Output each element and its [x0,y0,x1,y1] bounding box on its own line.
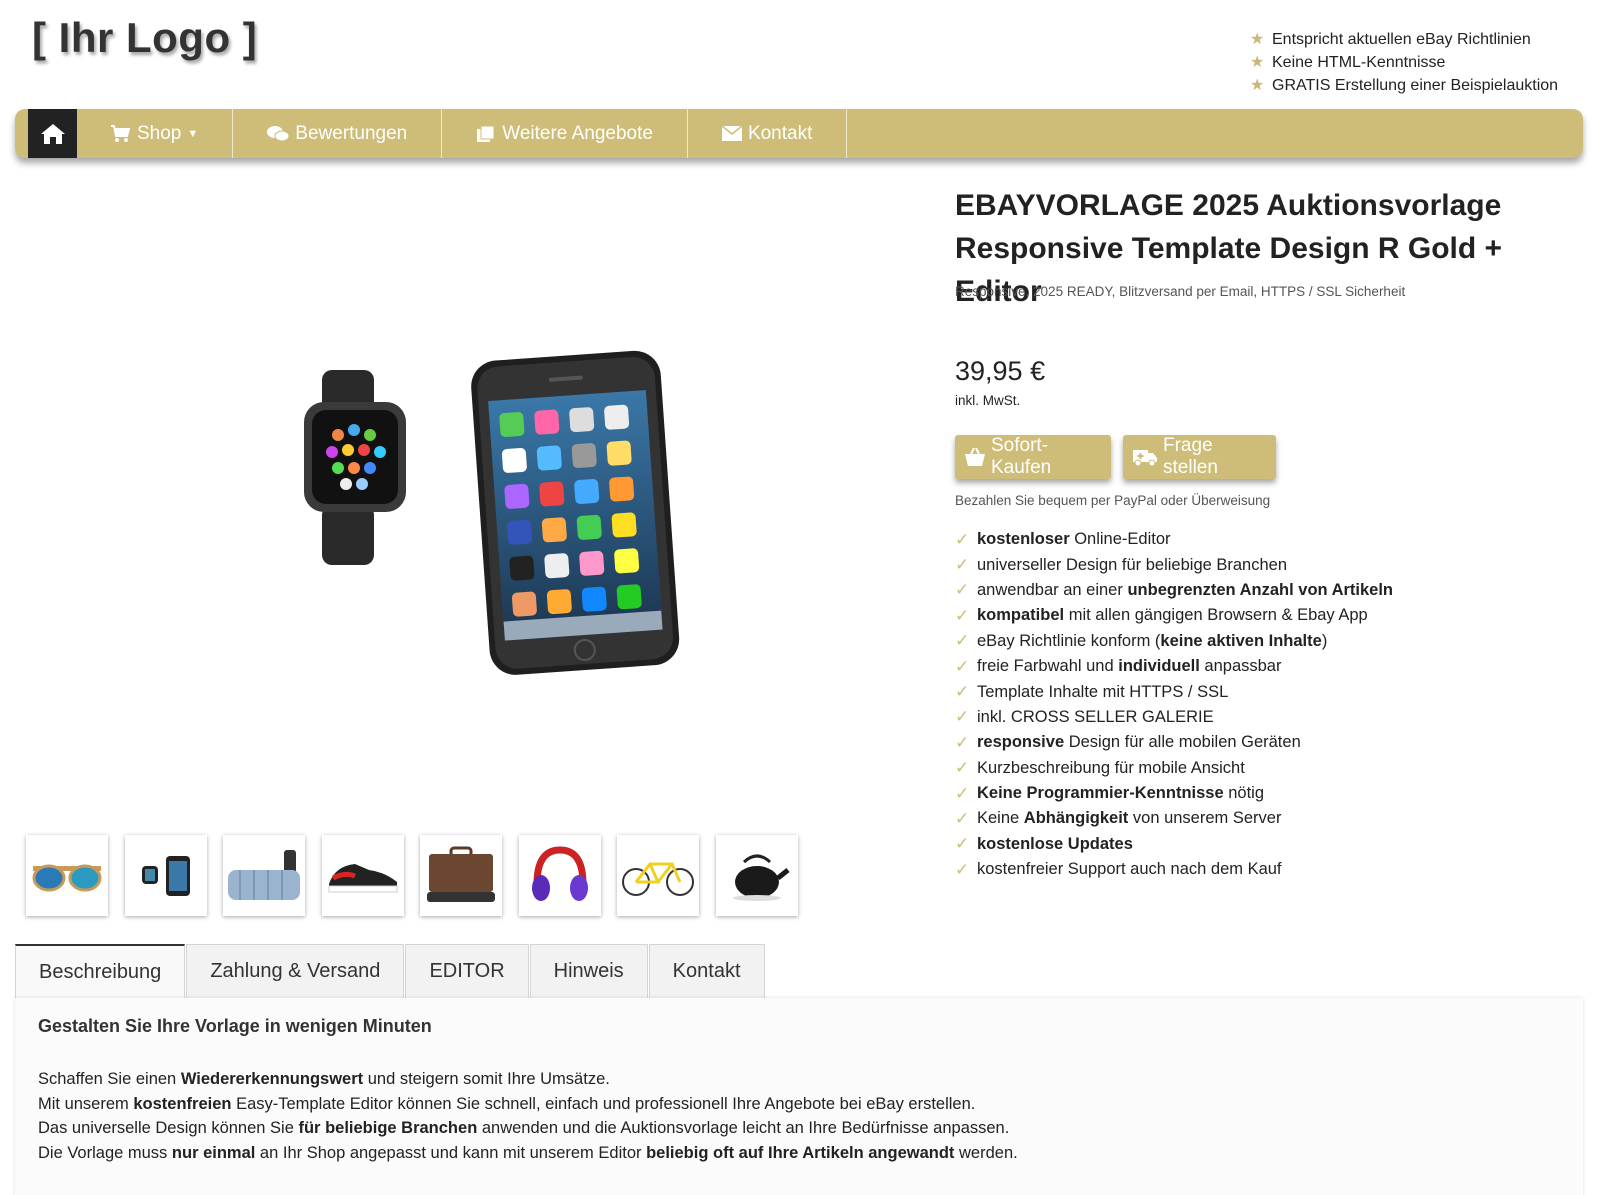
watch-and-phone-image [304,350,680,675]
ask-question-button[interactable]: Frage stellen [1123,435,1276,479]
check-icon: ✓ [955,783,970,803]
feature-text: Keine Programmier-Kenntnisse nötig [977,784,1265,803]
ambulance-icon [1133,448,1157,466]
thumbnail-bicycle[interactable] [617,835,699,916]
copy-icon [476,125,496,143]
tab-editor[interactable]: EDITOR [405,944,529,998]
check-icon: ✓ [955,656,970,676]
feature-text: inkl. CROSS SELLER GALERIE [977,707,1214,726]
feature-text: universeller Design für beliebige Branch… [977,555,1288,574]
feature-item: ✓ anwendbar an einer unbegrenzten Anzahl … [955,578,1393,603]
tab-hinweis[interactable]: Hinweis [529,944,648,998]
feature-item: ✓ inkl. CROSS SELLER GALERIE [955,705,1393,730]
check-icon: ✓ [955,859,970,879]
feature-text: kompatibel mit allen gängigen Browsern &… [977,606,1368,625]
description-heading: Gestalten Sie Ihre Vorlage in wenigen Mi… [38,1016,432,1036]
thumbnail-towels[interactable] [223,835,305,916]
feature-item: ✓ Keine Abhängigkeit von unserem Server [955,806,1393,831]
check-icon: ✓ [955,808,970,828]
tab-zahlung-versand[interactable]: Zahlung & Versand [186,944,405,998]
description-line: Schaffen Sie einen Wiedererkennungswert … [38,1070,610,1088]
check-icon: ✓ [955,707,970,727]
thumbnail-sneaker[interactable] [321,835,404,916]
tab-beschreibung[interactable]: Beschreibung [15,944,186,998]
home-icon [40,123,65,144]
thumbnail-watch-phone[interactable] [124,835,207,916]
cart-icon [111,124,131,143]
feature-list: ✓ kostenloser Online-Editor ✓ universeller … [955,527,1393,882]
feature-text: Keine Abhängigkeit von unserem Server [977,809,1282,828]
tab-kontakt[interactable]: Kontakt [648,944,765,998]
usp-item: ★ Keine HTML-Kenntnisse [1250,53,1446,71]
feature-item: ✓ Keine Programmier-Kenntnisse nötig [955,781,1393,806]
check-icon: ✓ [955,529,970,549]
feature-text: Template Inhalte mit HTTPS / SSL [977,682,1229,701]
feature-text: responsive Design für alle mobilen Gerät… [977,733,1301,752]
check-icon: ✓ [955,580,970,600]
nav-item-weitere-angebote[interactable]: Weitere Angebote [442,109,688,158]
thumbnail-teapot[interactable] [715,835,798,916]
description-line: Die Vorlage muss nur einmal an Ihr Shop … [38,1143,1018,1162]
product-subtitle: Responsive, 2025 READY, Blitzversand per… [955,284,1406,299]
vat-note: inkl. MwSt. [955,393,1021,408]
feature-item: ✓ kostenloser Online-Editor [955,527,1393,552]
logo[interactable]: [ Ihr Logo ] [32,14,257,62]
chevron-down-icon: ▼ [187,127,199,140]
feature-item: ✓ eBay Richtlinie konform (keine aktiven … [955,629,1393,654]
feature-item: ✓ freie Farbwahl und individuell anpassba… [955,654,1393,679]
nav-item-bewertungen[interactable]: Bewertungen [233,109,443,158]
star-icon: ★ [1250,53,1265,71]
usp-item: ★ Entspricht aktuellen eBay Richtlinien [1250,30,1531,48]
nav-home-button[interactable] [28,109,77,158]
feature-text: kostenloser Online-Editor [977,530,1171,549]
feature-text: anwendbar an einer unbegrenzten Anzahl v… [977,580,1393,599]
check-icon: ✓ [955,605,970,625]
feature-text: Kurzbeschreibung für mobile Ansicht [977,758,1245,777]
star-icon: ★ [1250,30,1265,48]
usp-list: ★ Entspricht aktuellen eBay Richtlinien ★… [1250,28,1558,97]
check-icon: ✓ [955,758,970,778]
nav-item-kontakt[interactable]: Kontakt [688,109,848,158]
check-icon: ✓ [955,834,970,854]
feature-text: kostenfreier Support auch nach dem Kauf [977,860,1282,879]
tab-bar: Beschreibung Zahlung & Versand EDITOR Hi… [15,944,766,998]
description-text: Schaffen Sie einen Wiedererkennungswert … [38,1067,1560,1165]
feature-text: freie Farbwahl und individuell anpassbar [977,657,1282,676]
buy-now-button[interactable]: Sofort-Kaufen [955,435,1111,479]
description-line: Das universelle Design können Sie für be… [38,1119,1010,1137]
check-icon: ✓ [955,732,970,752]
main-navbar: Shop ▼ Bewertungen Weitere Angebote Kont… [15,109,1583,158]
check-icon: ✓ [955,631,970,651]
usp-item: ★ GRATIS Erstellung einer Beispielauktion [1250,76,1559,94]
thumbnail-sunglasses[interactable] [26,835,108,916]
nav-item-shop[interactable]: Shop ▼ [77,109,234,158]
feature-text: kostenlose Updates [977,834,1133,853]
feature-item: ✓ kompatibel mit allen gängigen Browsern … [955,603,1393,628]
check-icon: ✓ [955,682,970,702]
payment-note: Bezahlen Sie bequem per PayPal oder Über… [955,493,1271,508]
thumbnail-gallery [26,835,814,916]
description-line: Mit unserem kostenfreien Easy-Template E… [38,1094,976,1113]
main-product-image[interactable] [290,340,710,680]
check-icon: ✓ [955,555,970,575]
feature-text: eBay Richtlinie konform (keine aktiven I… [977,631,1328,650]
thumbnail-briefcase[interactable] [420,835,502,916]
comments-icon [267,125,290,143]
feature-item: ✓ kostenlose Updates [955,832,1393,857]
thumbnail-headphones[interactable] [518,835,601,916]
star-icon: ★ [1250,76,1265,94]
product-price: 39,95 € [955,356,1046,386]
feature-item: ✓ kostenfreier Support auch nach dem Kauf [955,857,1393,882]
feature-item: ✓ Template Inhalte mit HTTPS / SSL [955,679,1393,704]
basket-icon [965,448,985,466]
feature-item: ✓ universeller Design für beliebige Branc… [955,552,1393,577]
envelope-icon [721,126,742,141]
tab-content-beschreibung: Gestalten Sie Ihre Vorlage in wenigen Mi… [15,998,1583,1195]
feature-item: ✓ responsive Design für alle mobilen Gerä… [955,730,1393,755]
feature-item: ✓ Kurzbeschreibung für mobile Ansicht [955,756,1393,781]
